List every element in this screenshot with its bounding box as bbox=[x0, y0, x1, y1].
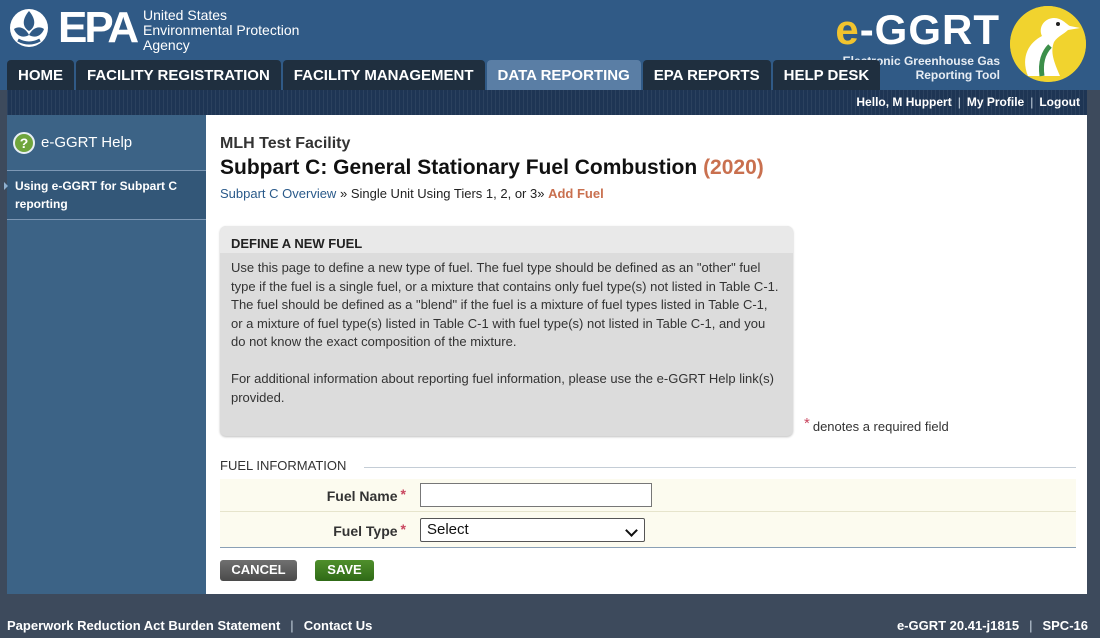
divider bbox=[220, 547, 1076, 548]
facility-name: MLH Test Facility bbox=[220, 135, 351, 152]
epa-logo[interactable]: EPA United States Environmental Protecti… bbox=[8, 3, 308, 53]
fuel-name-label: Fuel Name * bbox=[326, 486, 406, 504]
agency-name: United States Environmental Protection A… bbox=[143, 7, 300, 53]
paperwork-reduction-link[interactable]: Paperwork Reduction Act Burden Statement bbox=[7, 618, 280, 633]
site-footer: Paperwork Reduction Act Burden Statement… bbox=[0, 608, 1100, 638]
divider: | bbox=[1029, 618, 1033, 633]
required-field-note: * denotes a required field bbox=[804, 415, 949, 434]
main-nav-tabs: HOME FACILITY REGISTRATION FACILITY MANA… bbox=[7, 60, 882, 90]
help-heading: ? e-GGRT Help bbox=[7, 115, 206, 171]
fuel-type-selected: Select bbox=[427, 520, 469, 538]
egg-title: e-GGRT bbox=[835, 6, 1000, 53]
page-title: Subpart C: General Stationary Fuel Combu… bbox=[220, 156, 764, 179]
chevron-down-icon bbox=[625, 523, 638, 537]
tab-help-desk[interactable]: HELP DESK bbox=[772, 60, 881, 90]
required-star: * bbox=[400, 520, 406, 537]
contact-us-link[interactable]: Contact Us bbox=[304, 618, 373, 633]
fuel-type-select[interactable]: Select bbox=[420, 517, 645, 542]
user-bar: Hello, M Huppert | My Profile | Logout bbox=[7, 90, 1087, 115]
question-circle-icon: ? bbox=[13, 131, 35, 154]
egret-bird-icon bbox=[1010, 6, 1086, 82]
breadcrumb-separator: » bbox=[537, 186, 545, 201]
tab-facility-management[interactable]: FACILITY MANAGEMENT bbox=[282, 60, 485, 90]
breadcrumb-single-unit: Single Unit Using Tiers 1, 2, or 3 bbox=[350, 186, 538, 201]
tab-data-reporting[interactable]: DATA REPORTING bbox=[486, 60, 641, 90]
main-content: MLH Test Facility Subpart C: General Sta… bbox=[206, 115, 1087, 594]
help-sidebar: ? e-GGRT Help Using e-GGRT for Subpart C… bbox=[4, 115, 206, 594]
required-star: * bbox=[804, 415, 810, 432]
save-button[interactable]: SAVE bbox=[315, 560, 374, 581]
breadcrumb: Subpart C Overview » Single Unit Using T… bbox=[220, 186, 604, 201]
user-greeting: Hello, M Huppert bbox=[856, 95, 952, 109]
breadcrumb-current: Add Fuel bbox=[548, 186, 604, 201]
reporting-year: (2020) bbox=[703, 156, 764, 179]
tab-epa-reports[interactable]: EPA REPORTS bbox=[642, 60, 771, 90]
info-paragraph: For additional information about reporti… bbox=[231, 371, 774, 405]
info-paragraph: Use this page to define a new type of fu… bbox=[231, 260, 779, 349]
fuel-name-row: Fuel Name * bbox=[220, 479, 1076, 511]
divider: | bbox=[957, 95, 961, 109]
epa-flower-icon bbox=[10, 9, 48, 47]
divider: | bbox=[1030, 95, 1034, 109]
fuel-type-row: Fuel Type * Select bbox=[220, 511, 1076, 547]
breadcrumb-separator: » bbox=[339, 186, 348, 201]
site-header: EPA United States Environmental Protecti… bbox=[0, 0, 1100, 90]
info-box: DEFINE A NEW FUEL Use this page to defin… bbox=[220, 226, 793, 436]
egret-logo-icon bbox=[1010, 6, 1086, 82]
fuel-info-legend: FUEL INFORMATION bbox=[220, 458, 347, 473]
help-link-subpart-c[interactable]: Using e-GGRT for Subpart C reporting bbox=[4, 171, 206, 220]
epa-wordmark: EPA bbox=[58, 3, 139, 52]
required-star: * bbox=[400, 486, 406, 502]
divider: | bbox=[290, 618, 294, 633]
info-box-heading: DEFINE A NEW FUEL bbox=[220, 226, 793, 253]
server-label: SPC-16 bbox=[1042, 618, 1088, 633]
my-profile-link[interactable]: My Profile bbox=[967, 95, 1024, 109]
version-label: e-GGRT 20.41-j1815 bbox=[896, 618, 1020, 633]
info-box-body: Use this page to define a new type of fu… bbox=[220, 253, 793, 407]
help-title: e-GGRT Help bbox=[41, 134, 133, 151]
logout-link[interactable]: Logout bbox=[1039, 95, 1080, 109]
fuel-name-input[interactable] bbox=[420, 483, 652, 507]
tab-home[interactable]: HOME bbox=[7, 60, 74, 90]
fuel-type-label: Fuel Type * bbox=[333, 520, 406, 539]
divider bbox=[364, 467, 1076, 468]
breadcrumb-subpart-overview[interactable]: Subpart C Overview bbox=[220, 186, 336, 201]
cancel-button[interactable]: CANCEL bbox=[220, 560, 297, 581]
tab-facility-registration[interactable]: FACILITY REGISTRATION bbox=[76, 60, 281, 90]
